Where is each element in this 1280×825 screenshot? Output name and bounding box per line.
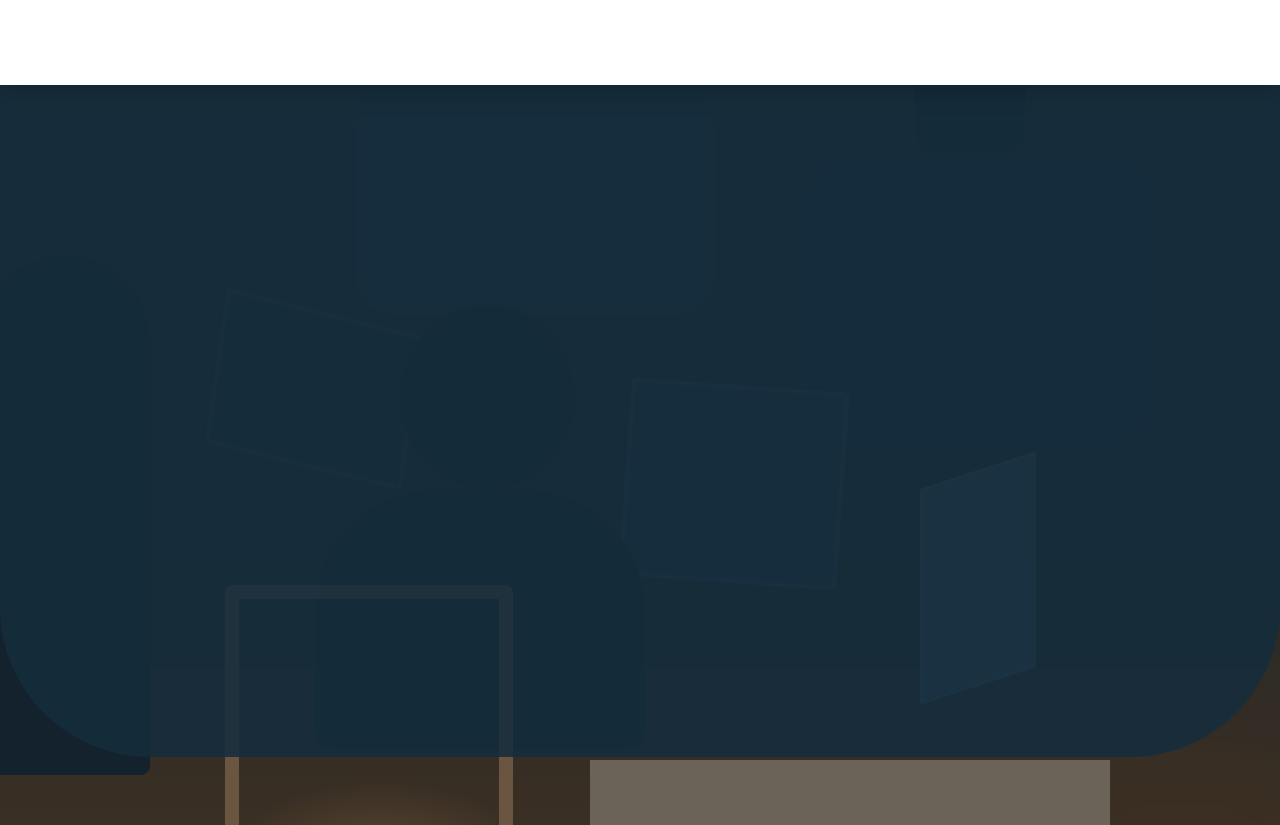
hero-overlay (0, 85, 1280, 757)
site-header (0, 0, 1280, 85)
landing-page (0, 0, 1280, 825)
photo-table (590, 760, 1110, 825)
